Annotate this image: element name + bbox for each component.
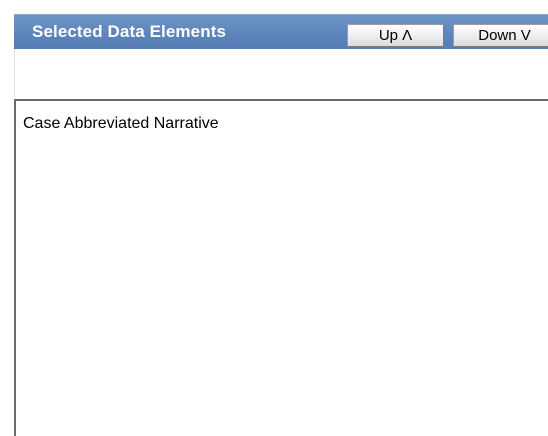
selected-elements-listbox[interactable]: Case Abbreviated Narrative: [14, 99, 548, 436]
panel-header: Selected Data Elements Up Λ Down V: [14, 14, 548, 49]
selected-data-elements-panel: Selected Data Elements Up Λ Down V Case …: [0, 0, 548, 436]
panel-title: Selected Data Elements: [32, 22, 227, 41]
move-down-button[interactable]: Down V: [453, 24, 548, 47]
move-up-button[interactable]: Up Λ: [347, 24, 444, 47]
list-item[interactable]: Case Abbreviated Narrative: [23, 115, 219, 133]
panel-toolbar-area: [14, 49, 548, 97]
